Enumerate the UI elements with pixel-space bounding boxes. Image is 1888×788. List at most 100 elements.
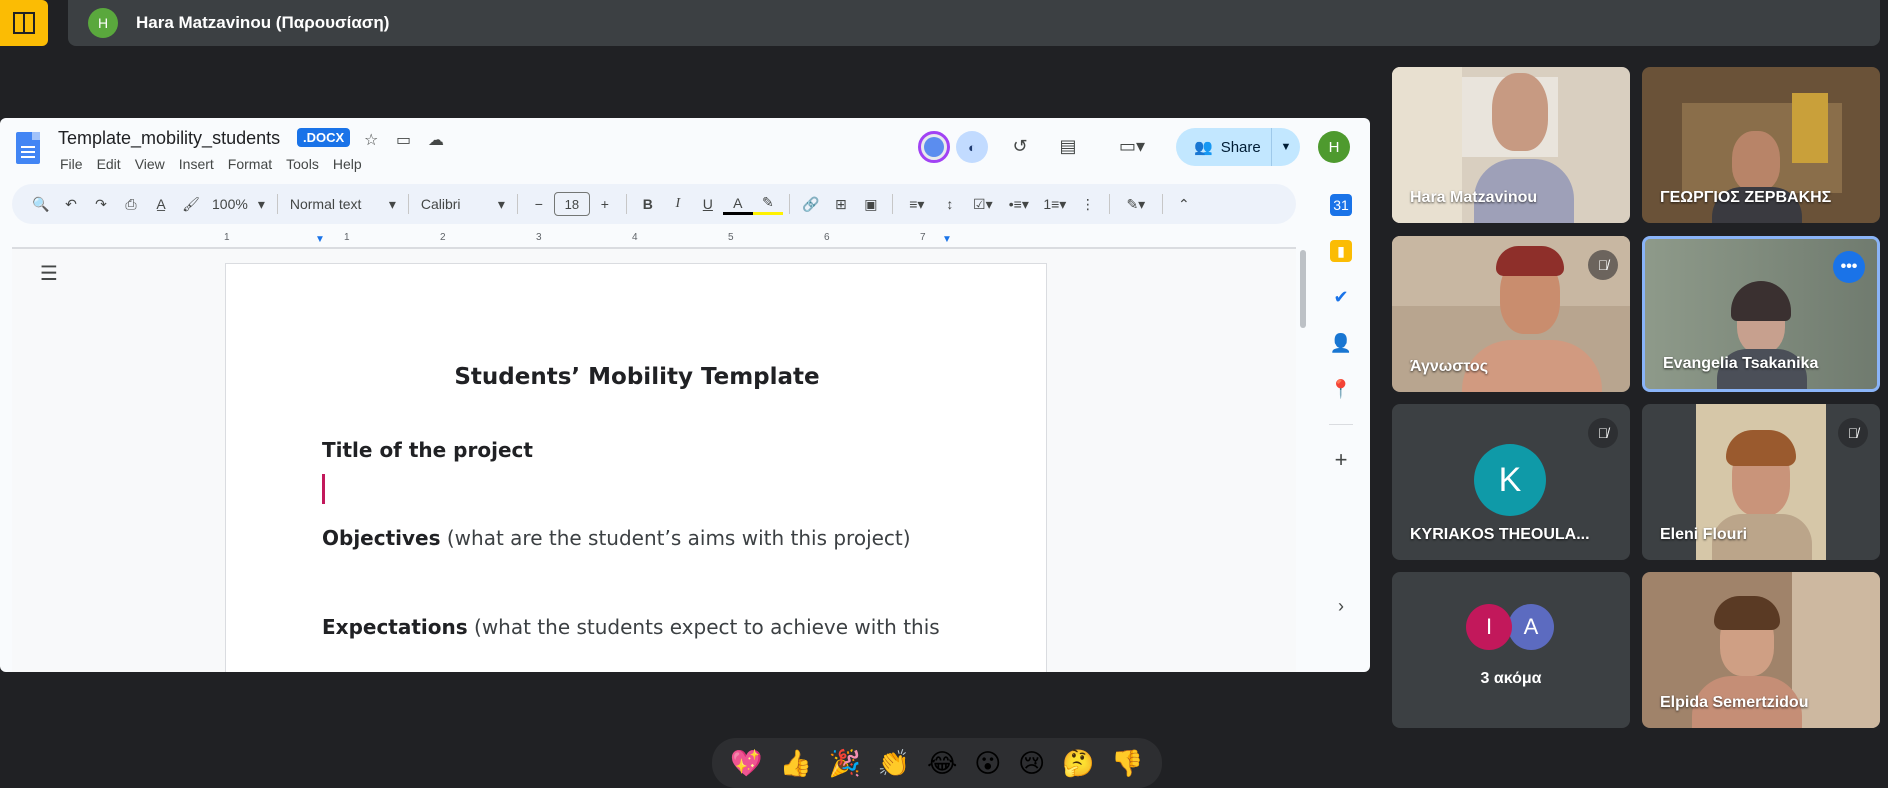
- menu-insert[interactable]: Insert: [179, 156, 214, 172]
- thumbs-down-icon[interactable]: 👎: [1111, 748, 1143, 779]
- meet-present-icon[interactable]: ▭▾: [1110, 132, 1154, 160]
- doc-page[interactable]: Students’ Mobility Template Title of the…: [225, 263, 1047, 672]
- menu-format[interactable]: Format: [228, 156, 272, 172]
- collapse-menus-icon[interactable]: ⌃: [1169, 190, 1199, 218]
- decrease-font-size-icon[interactable]: −: [524, 190, 554, 218]
- menu-view[interactable]: View: [135, 156, 165, 172]
- more-count-label: 3 ακόμα: [1480, 670, 1542, 687]
- crying-face-icon[interactable]: 😢: [1018, 748, 1045, 779]
- participant-avatar: K: [1474, 444, 1546, 516]
- indent-marker-icon[interactable]: ▼: [315, 234, 325, 245]
- search-menus-icon[interactable]: 🔍: [26, 190, 56, 218]
- line-spacing-icon[interactable]: ↕: [935, 190, 965, 218]
- insert-link-icon[interactable]: 🔗: [796, 190, 826, 218]
- add-addon-icon[interactable]: +: [1330, 447, 1352, 472]
- objectives-hint: (what are the student’s aims with this p…: [440, 526, 911, 550]
- participant-name: KYRIAKOS THEOULA...: [1410, 526, 1590, 543]
- presented-doc-window: Template_mobility_students .DOCX ☆ ▭ ☁ F…: [0, 118, 1370, 672]
- expectations-label: Expectations: [322, 615, 468, 639]
- font-select[interactable]: Calibri ▾: [415, 190, 511, 218]
- chevron-right-icon[interactable]: ›: [1330, 595, 1352, 617]
- share-button[interactable]: 👥 Share ▼: [1176, 128, 1300, 166]
- account-avatar[interactable]: H: [1318, 131, 1350, 163]
- share-label: Share: [1220, 138, 1261, 156]
- star-icon[interactable]: ☆: [364, 130, 378, 150]
- move-folder-icon[interactable]: ▭: [396, 130, 411, 150]
- spellcheck-icon[interactable]: A̲: [146, 190, 176, 218]
- doc-title[interactable]: Template_mobility_students: [58, 128, 280, 149]
- side-panel-rail: 31 ▮ ✔ 👤 📍 + ›: [1316, 184, 1366, 664]
- participant-tile[interactable]: Elpida Semertzidou: [1642, 572, 1880, 728]
- menu-tools[interactable]: Tools: [286, 156, 319, 172]
- doc-menu-bar: File Edit View Insert Format Tools Help: [60, 156, 362, 172]
- keep-icon[interactable]: ▮: [1330, 240, 1352, 262]
- bulleted-list-icon[interactable]: •≡▾: [1001, 190, 1037, 218]
- editing-mode-icon[interactable]: ✎▾: [1116, 190, 1156, 218]
- docs-logo-icon[interactable]: [16, 132, 40, 164]
- more-options-icon[interactable]: ⋮: [1073, 190, 1103, 218]
- numbered-list-icon[interactable]: 1≡▾: [1037, 190, 1073, 218]
- chevron-down-icon: ▾: [257, 195, 265, 212]
- doc-scrollbar[interactable]: [1300, 250, 1306, 328]
- rail-divider: [1329, 424, 1353, 425]
- participant-tile[interactable]: Hara Matzavinou: [1392, 67, 1630, 223]
- party-popper-icon[interactable]: 🎉: [829, 748, 861, 779]
- text-cursor: [322, 474, 325, 504]
- dock-toggle-button[interactable]: [0, 0, 48, 46]
- font-size-input[interactable]: 18: [553, 192, 590, 216]
- meet-top-bar: H Hara Matzavinou (Παρουσίαση): [0, 0, 1888, 48]
- cloud-status-icon[interactable]: ☁: [428, 130, 444, 150]
- sparkling-heart-icon[interactable]: 💖: [730, 748, 762, 779]
- surprised-face-icon[interactable]: 😮: [974, 748, 1001, 779]
- participant-tile[interactable]: 🎙̸ Άγνωστος: [1392, 236, 1630, 392]
- text-color-icon[interactable]: A: [722, 193, 753, 215]
- add-comment-icon[interactable]: ⊞: [826, 190, 856, 218]
- participant-tile-active[interactable]: ••• Evangelia Tsakanika: [1642, 236, 1880, 392]
- reactions-bar: 💖 👍 🎉 👏 😂 😮 😢 🤔 👎: [712, 738, 1162, 788]
- participant-tile[interactable]: 🎙̸ Eleni Flouri: [1642, 404, 1880, 560]
- redo-icon[interactable]: ↷: [86, 190, 116, 218]
- increase-font-size-icon[interactable]: +: [590, 190, 620, 218]
- document-outline-icon[interactable]: ☰: [40, 261, 58, 286]
- highlight-color-icon[interactable]: ✎: [752, 193, 783, 215]
- ruler-number: 1: [224, 232, 230, 243]
- participant-tile[interactable]: K 🎙̸ KYRIAKOS THEOULA...: [1392, 404, 1630, 560]
- menu-edit[interactable]: Edit: [97, 156, 121, 172]
- participant-tile[interactable]: ΓΕΩΡΓΙΟΣ ΖΕΡΒΑΚΗΣ: [1642, 67, 1880, 223]
- maps-icon[interactable]: 📍: [1330, 378, 1352, 400]
- participant-avatar: I: [1466, 604, 1512, 650]
- thumbs-up-icon[interactable]: 👍: [780, 748, 812, 779]
- clapping-hands-icon[interactable]: 👏: [878, 748, 910, 779]
- underline-icon[interactable]: U: [693, 190, 723, 218]
- share-dropdown-icon[interactable]: ▼: [1272, 141, 1300, 153]
- checklist-icon[interactable]: ☑▾: [965, 190, 1001, 218]
- paint-format-icon[interactable]: 🖌: [176, 190, 206, 218]
- insert-image-icon[interactable]: ▣: [856, 190, 886, 218]
- toolbar-divider: [516, 194, 518, 214]
- right-indent-marker-icon[interactable]: ▼: [942, 234, 952, 245]
- menu-help[interactable]: Help: [333, 156, 362, 172]
- bold-icon[interactable]: B: [633, 190, 663, 218]
- style-select[interactable]: Normal text ▾: [284, 190, 402, 218]
- font-value: Calibri: [420, 196, 461, 212]
- print-icon[interactable]: ⎙: [116, 190, 146, 218]
- tasks-icon[interactable]: ✔: [1330, 286, 1352, 308]
- undo-icon[interactable]: ↶: [56, 190, 86, 218]
- version-history-icon[interactable]: ↺: [1006, 132, 1034, 160]
- comments-icon[interactable]: ▤: [1054, 132, 1082, 160]
- objectives-label: Objectives: [322, 526, 441, 550]
- align-icon[interactable]: ≡▾: [899, 190, 935, 218]
- more-participants-tile[interactable]: I A 3 ακόμα: [1392, 572, 1630, 728]
- calendar-icon[interactable]: 31: [1330, 194, 1352, 216]
- zoom-select[interactable]: 100% ▾: [206, 190, 271, 218]
- contacts-icon[interactable]: 👤: [1330, 332, 1352, 354]
- italic-icon[interactable]: I: [663, 190, 693, 218]
- collaborator-avatar-2[interactable]: ◐: [956, 131, 988, 163]
- docx-badge: .DOCX: [297, 128, 351, 147]
- menu-file[interactable]: File: [60, 156, 83, 172]
- more-options-button[interactable]: •••: [1833, 251, 1865, 283]
- thinking-face-icon[interactable]: 🤔: [1062, 748, 1094, 779]
- tears-of-joy-icon[interactable]: 😂: [927, 748, 957, 779]
- collaborator-avatar[interactable]: [918, 131, 950, 163]
- horizontal-ruler[interactable]: 1 1 2 3 4 5 6 7 ▼ ▼: [12, 232, 1296, 248]
